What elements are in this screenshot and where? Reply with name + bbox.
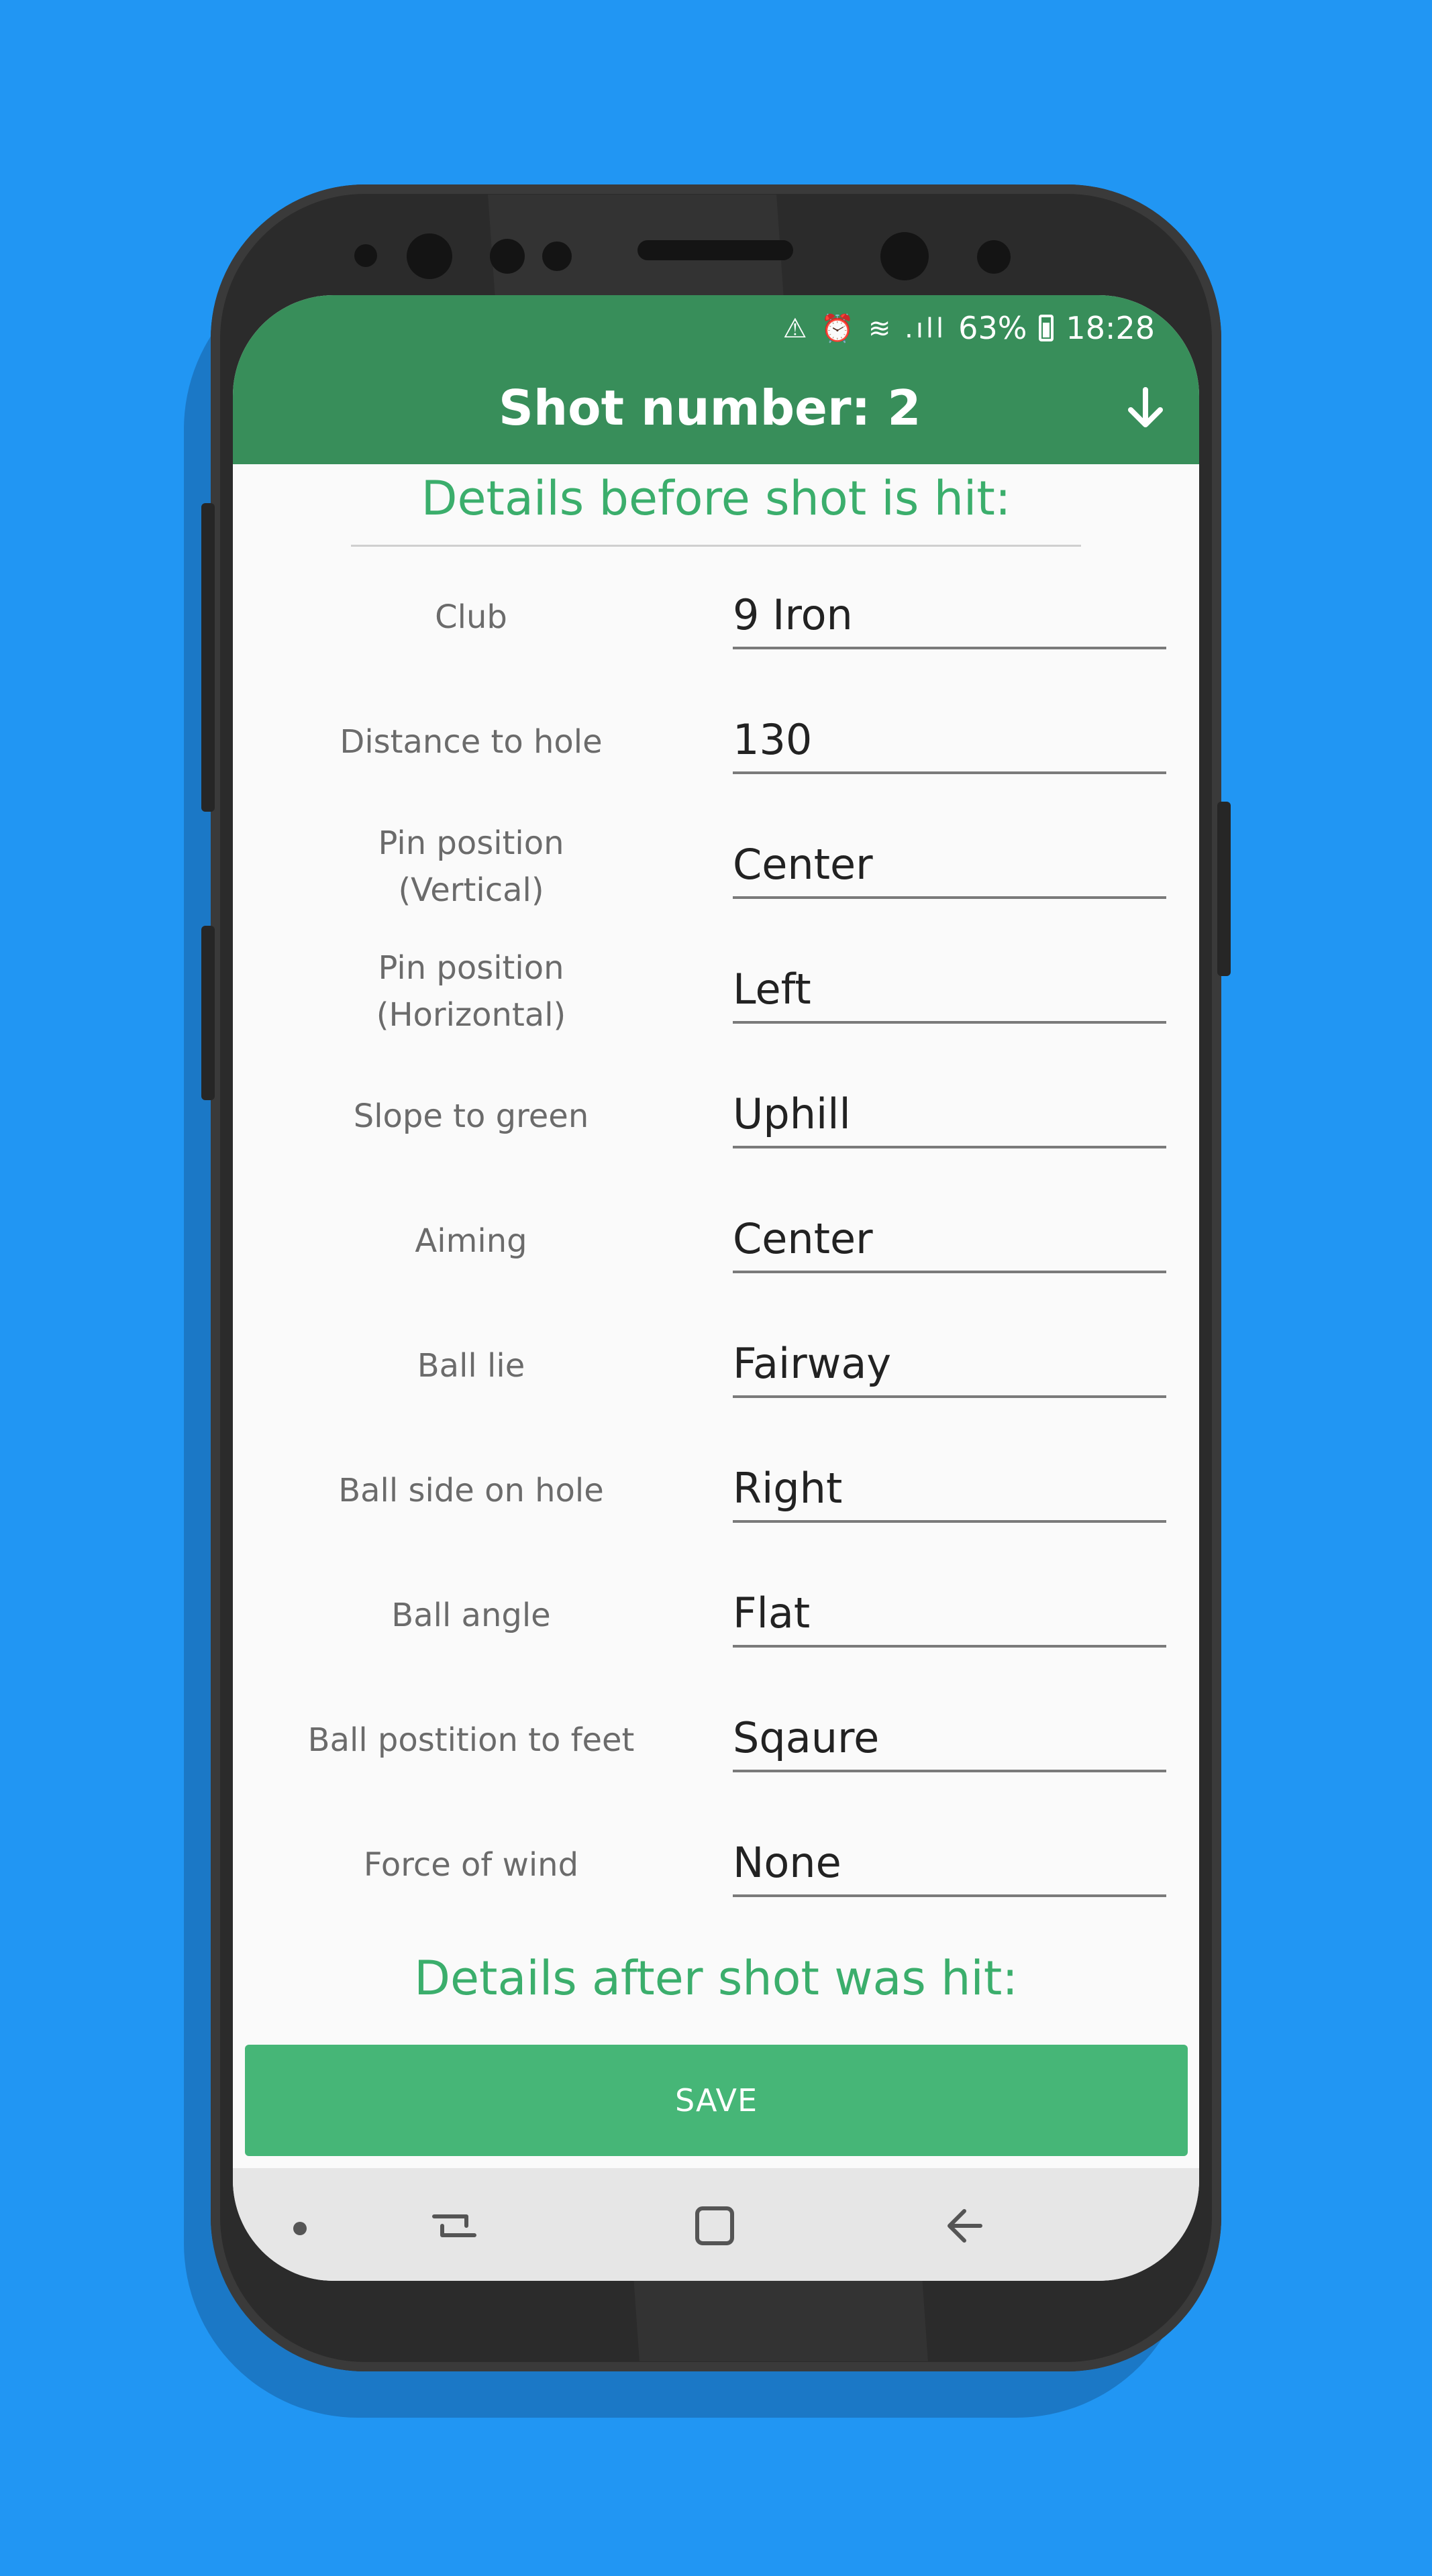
clock: 18:28 bbox=[1066, 310, 1155, 346]
background: ⚠ ⏰ ≋ .ıll 63% 18:28 Shot number: 2 Deta… bbox=[0, 0, 1432, 2576]
navigation-bar bbox=[233, 2168, 1199, 2281]
field-label: Force of wind bbox=[363, 1846, 579, 1884]
battery-percent: 63% bbox=[958, 310, 1027, 346]
field-label: Ball side on hole bbox=[338, 1472, 604, 1509]
field-label: Slope to green bbox=[353, 1097, 589, 1135]
form-row: Ball angle Flat bbox=[233, 1562, 1199, 1669]
app-bar: ⚠ ⏰ ≋ .ıll 63% 18:28 Shot number: 2 bbox=[233, 295, 1199, 464]
sensor-dot bbox=[977, 240, 1011, 274]
field-label: Pin position (Vertical) bbox=[378, 824, 564, 909]
volume-button bbox=[201, 503, 215, 812]
earpiece-speaker bbox=[637, 240, 793, 260]
sensor-dot bbox=[490, 239, 525, 274]
form-row: Slope to green Uphill bbox=[233, 1063, 1199, 1170]
field-label: Ball postition to feet bbox=[307, 1721, 635, 1759]
sensor-dot bbox=[354, 244, 377, 267]
phone-screen: ⚠ ⏰ ≋ .ıll 63% 18:28 Shot number: 2 Deta… bbox=[233, 295, 1199, 2281]
home-icon[interactable] bbox=[688, 2199, 741, 2253]
sensor-dot bbox=[542, 241, 572, 271]
field-label: Pin position (Horizontal) bbox=[376, 949, 566, 1034]
field-input[interactable]: None bbox=[733, 1830, 1166, 1897]
field-input[interactable]: Right bbox=[733, 1456, 1166, 1523]
form-row: Club 9 Iron bbox=[233, 564, 1199, 671]
field-label: Aiming bbox=[415, 1222, 527, 1260]
iris-camera bbox=[880, 232, 929, 280]
field-input[interactable]: Fairway bbox=[733, 1331, 1166, 1398]
field-input[interactable]: Sqaure bbox=[733, 1705, 1166, 1772]
status-bar: ⚠ ⏰ ≋ .ıll 63% 18:28 bbox=[783, 305, 1155, 352]
form-row: Ball lie Fairway bbox=[233, 1312, 1199, 1419]
field-label: Ball angle bbox=[391, 1597, 551, 1634]
back-icon[interactable] bbox=[939, 2199, 992, 2253]
field-input[interactable]: Center bbox=[733, 1206, 1166, 1273]
field-label: Club bbox=[435, 598, 507, 636]
nav-dot-icon[interactable] bbox=[293, 2222, 307, 2235]
status-icons: ⚠ ⏰ ≋ .ıll bbox=[782, 313, 947, 344]
page-title: Shot number: 2 bbox=[499, 380, 921, 436]
battery-icon bbox=[1039, 315, 1054, 341]
power-button bbox=[1217, 802, 1231, 976]
field-label: Ball lie bbox=[417, 1347, 525, 1385]
arrow-down-icon[interactable] bbox=[1119, 381, 1172, 435]
form-row: Pin position (Horizontal) Left bbox=[233, 938, 1199, 1045]
form-row: Pin position (Vertical) Center bbox=[233, 813, 1199, 920]
form-row: Ball side on hole Right bbox=[233, 1437, 1199, 1544]
recent-apps-icon[interactable] bbox=[427, 2199, 481, 2253]
front-camera bbox=[407, 233, 452, 279]
form-row: Force of wind None bbox=[233, 1811, 1199, 1919]
divider bbox=[351, 545, 1081, 547]
form-row: Distance to hole 130 bbox=[233, 688, 1199, 796]
field-input[interactable]: 9 Iron bbox=[733, 582, 1166, 649]
field-input[interactable]: Uphill bbox=[733, 1081, 1166, 1148]
form-row: Aiming Center bbox=[233, 1187, 1199, 1295]
field-input[interactable]: Left bbox=[733, 957, 1166, 1024]
save-button[interactable]: SAVE bbox=[245, 2045, 1188, 2156]
section-title-before: Details before shot is hit: bbox=[421, 471, 1011, 526]
field-input[interactable]: 130 bbox=[733, 707, 1166, 774]
bixby-button bbox=[201, 926, 215, 1100]
section-title-after: Details after shot was hit: bbox=[414, 1951, 1018, 2006]
field-input[interactable]: Flat bbox=[733, 1580, 1166, 1648]
field-label: Distance to hole bbox=[340, 723, 603, 761]
form-row: Ball postition to feet Sqaure bbox=[233, 1686, 1199, 1794]
field-input[interactable]: Center bbox=[733, 832, 1166, 899]
